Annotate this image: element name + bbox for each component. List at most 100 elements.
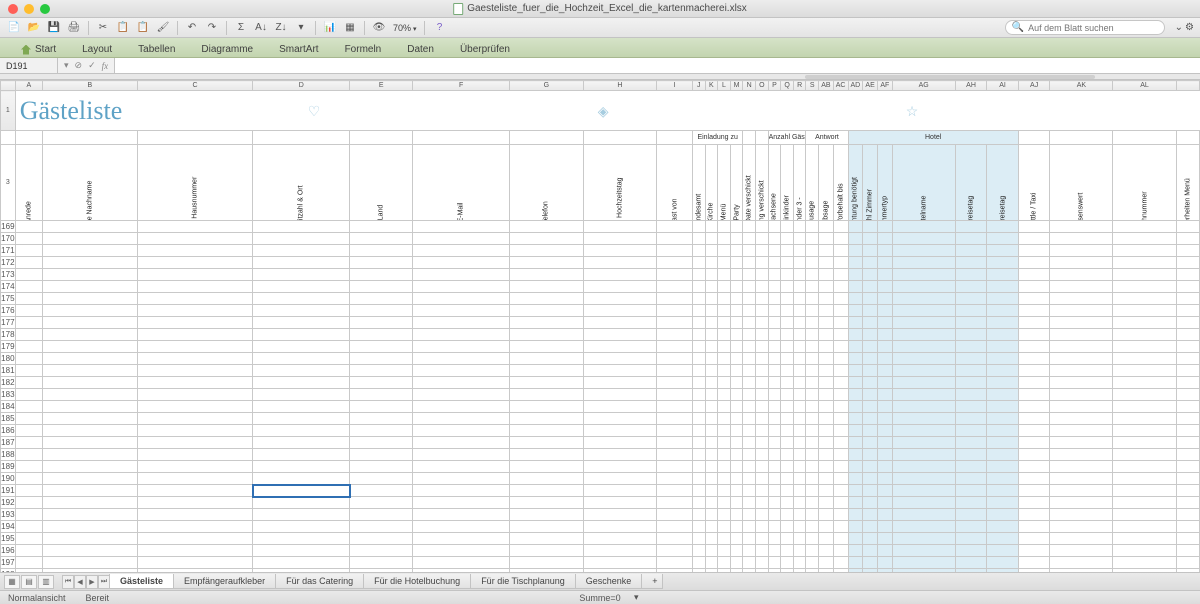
cell-P170[interactable] bbox=[768, 233, 781, 245]
cell-J190[interactable] bbox=[692, 473, 705, 485]
cell-Q197[interactable] bbox=[781, 557, 794, 569]
cell-AB180[interactable] bbox=[819, 353, 834, 365]
cell-AL179[interactable] bbox=[1113, 341, 1176, 353]
cell-N189[interactable] bbox=[743, 461, 756, 473]
cell-Q186[interactable] bbox=[781, 425, 794, 437]
cell-A185[interactable] bbox=[15, 413, 42, 425]
cell-R179[interactable] bbox=[793, 341, 806, 353]
paste-icon[interactable]: 📋 bbox=[135, 20, 151, 36]
cell-C182[interactable] bbox=[137, 377, 253, 389]
col-header-J[interactable]: J bbox=[692, 81, 705, 91]
row-header-181[interactable]: 181 bbox=[1, 365, 16, 377]
cell-AG172[interactable] bbox=[892, 257, 955, 269]
cell-D170[interactable] bbox=[253, 233, 350, 245]
status-sum-dropdown-icon[interactable]: ▾ bbox=[634, 592, 639, 603]
cell-AF188[interactable] bbox=[877, 449, 892, 461]
row-header-169[interactable]: 169 bbox=[1, 221, 16, 233]
cell-AC197[interactable] bbox=[833, 557, 848, 569]
row-header-193[interactable]: 193 bbox=[1, 509, 16, 521]
row-header-171[interactable]: 171 bbox=[1, 245, 16, 257]
cell-E183[interactable] bbox=[350, 389, 413, 401]
cell-M193[interactable] bbox=[730, 509, 743, 521]
cell-AG187[interactable] bbox=[892, 437, 955, 449]
cell-P171[interactable] bbox=[768, 245, 781, 257]
col-header-L[interactable]: L bbox=[718, 81, 731, 91]
cell-I174[interactable] bbox=[657, 281, 693, 293]
cell-x182[interactable] bbox=[1176, 377, 1199, 389]
sort-desc-icon[interactable]: Z↓ bbox=[273, 20, 289, 36]
cell-S177[interactable] bbox=[806, 317, 819, 329]
cell-D198[interactable] bbox=[253, 569, 350, 573]
cell-AG179[interactable] bbox=[892, 341, 955, 353]
ribbon-tab-überprüfen[interactable]: Überprüfen bbox=[447, 40, 523, 58]
cell-D185[interactable] bbox=[253, 413, 350, 425]
cell-O198[interactable] bbox=[756, 569, 769, 573]
cell-N192[interactable] bbox=[743, 497, 756, 509]
cell-AJ185[interactable] bbox=[1018, 413, 1050, 425]
cell-C190[interactable] bbox=[137, 473, 253, 485]
cell-O197[interactable] bbox=[756, 557, 769, 569]
cell-Q177[interactable] bbox=[781, 317, 794, 329]
cell-C191[interactable] bbox=[137, 485, 253, 497]
cell-A190[interactable] bbox=[15, 473, 42, 485]
cell-AJ179[interactable] bbox=[1018, 341, 1050, 353]
sheet-tab-für-die-hotelbuchung[interactable]: Für die Hotelbuchung bbox=[363, 574, 471, 589]
cell-P174[interactable] bbox=[768, 281, 781, 293]
cell-M176[interactable] bbox=[730, 305, 743, 317]
cell-Q195[interactable] bbox=[781, 533, 794, 545]
cell-AD195[interactable] bbox=[848, 533, 863, 545]
cell-N177[interactable] bbox=[743, 317, 756, 329]
undo-icon[interactable]: ↶ bbox=[184, 20, 200, 36]
open-icon[interactable]: 📂 bbox=[26, 20, 42, 36]
cell-A176[interactable] bbox=[15, 305, 42, 317]
cell-I180[interactable] bbox=[657, 353, 693, 365]
cell-M184[interactable] bbox=[730, 401, 743, 413]
cell-S184[interactable] bbox=[806, 401, 819, 413]
cell-E196[interactable] bbox=[350, 545, 413, 557]
confirm-edit-icon[interactable]: ✓ bbox=[88, 60, 96, 71]
cell-AB188[interactable] bbox=[819, 449, 834, 461]
col-header-Q[interactable]: Q bbox=[781, 81, 794, 91]
cell-AE170[interactable] bbox=[863, 233, 878, 245]
cell-D190[interactable] bbox=[253, 473, 350, 485]
cell-D177[interactable] bbox=[253, 317, 350, 329]
cell-A174[interactable] bbox=[15, 281, 42, 293]
cell-AF196[interactable] bbox=[877, 545, 892, 557]
cell-N179[interactable] bbox=[743, 341, 756, 353]
cell-K175[interactable] bbox=[705, 293, 718, 305]
cell-I194[interactable] bbox=[657, 521, 693, 533]
cell-J182[interactable] bbox=[692, 377, 705, 389]
col-header-AL[interactable]: AL bbox=[1113, 81, 1176, 91]
cell-A181[interactable] bbox=[15, 365, 42, 377]
cell-AE191[interactable] bbox=[863, 485, 878, 497]
cell-S181[interactable] bbox=[806, 365, 819, 377]
cell-L185[interactable] bbox=[718, 413, 731, 425]
cell-N184[interactable] bbox=[743, 401, 756, 413]
cell-N174[interactable] bbox=[743, 281, 756, 293]
cell-AE187[interactable] bbox=[863, 437, 878, 449]
cell-AB191[interactable] bbox=[819, 485, 834, 497]
cell-G190[interactable] bbox=[510, 473, 584, 485]
cell-AK183[interactable] bbox=[1050, 389, 1113, 401]
normal-view-button[interactable]: ▦ bbox=[4, 575, 20, 589]
cell-Q190[interactable] bbox=[781, 473, 794, 485]
cell-E180[interactable] bbox=[350, 353, 413, 365]
minimize-window-button[interactable] bbox=[24, 4, 34, 14]
cell-AC169[interactable] bbox=[833, 221, 848, 233]
cell-M195[interactable] bbox=[730, 533, 743, 545]
cell-G187[interactable] bbox=[510, 437, 584, 449]
cell-B196[interactable] bbox=[43, 545, 138, 557]
cell-AL183[interactable] bbox=[1113, 389, 1176, 401]
cell-K180[interactable] bbox=[705, 353, 718, 365]
cell-Q193[interactable] bbox=[781, 509, 794, 521]
cell-AL186[interactable] bbox=[1113, 425, 1176, 437]
cell-O196[interactable] bbox=[756, 545, 769, 557]
cell-O185[interactable] bbox=[756, 413, 769, 425]
cell-I177[interactable] bbox=[657, 317, 693, 329]
cell-AD179[interactable] bbox=[848, 341, 863, 353]
cell-AH196[interactable] bbox=[955, 545, 987, 557]
cell-R178[interactable] bbox=[793, 329, 806, 341]
cell-F192[interactable] bbox=[413, 497, 510, 509]
cell-H175[interactable] bbox=[583, 293, 657, 305]
cell-AI169[interactable] bbox=[987, 221, 1019, 233]
